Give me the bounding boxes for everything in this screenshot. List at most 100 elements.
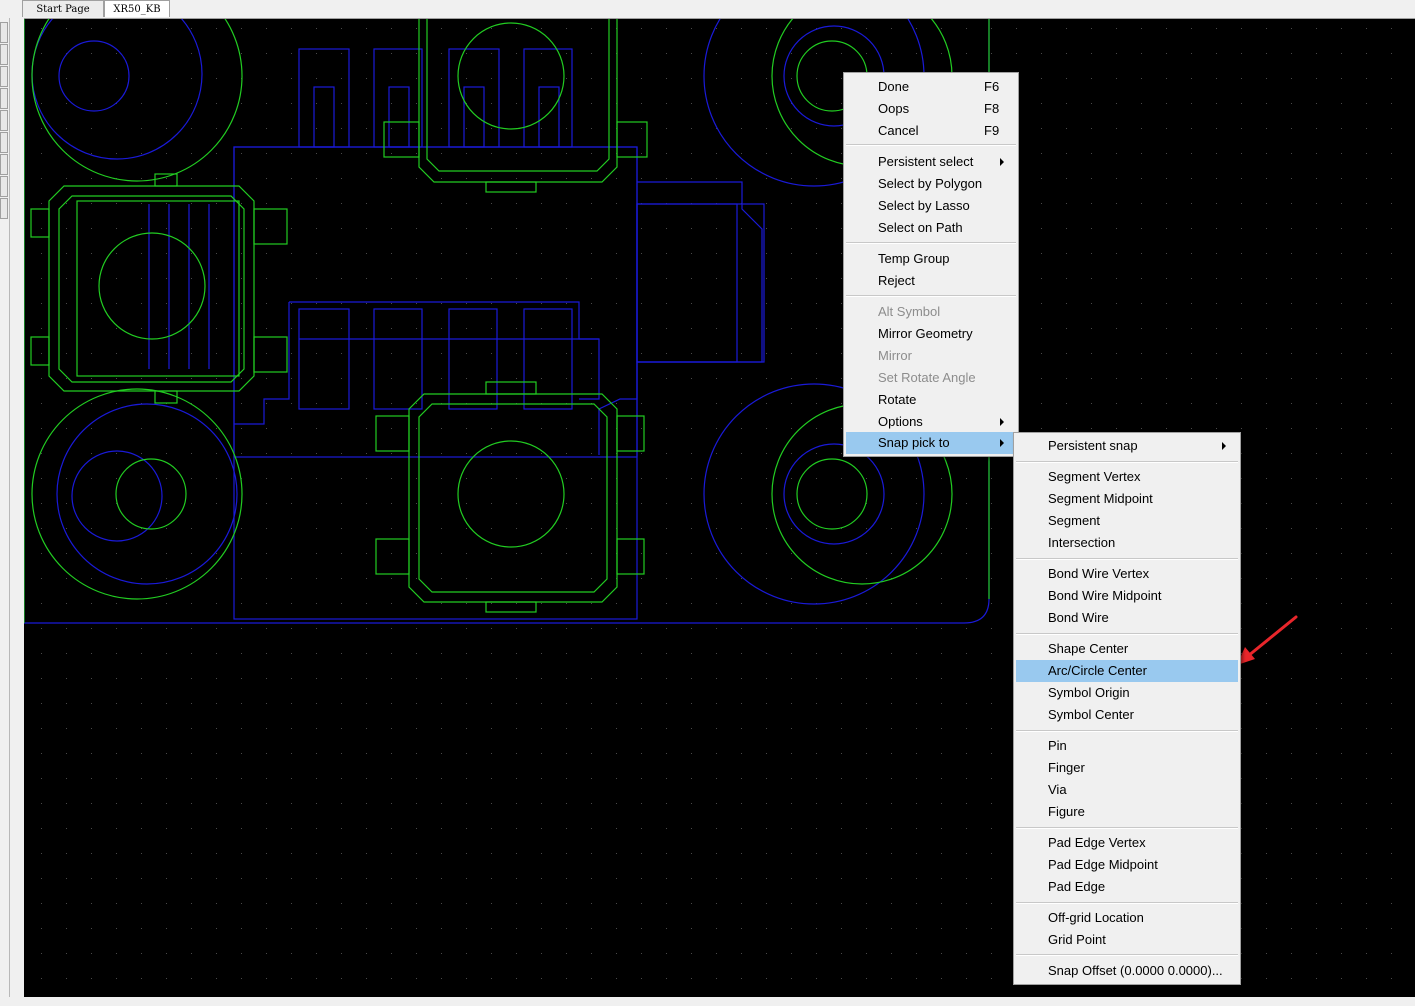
snap-item-pad-edge-midpoint[interactable]: Pad Edge Midpoint bbox=[1016, 854, 1238, 876]
menu-item-label: Temp Group bbox=[878, 251, 950, 266]
menu-item-persistent-select[interactable]: Persistent select bbox=[846, 151, 1016, 173]
menu-item-done[interactable]: Done F6 bbox=[846, 76, 1016, 98]
menu-separator bbox=[1016, 730, 1238, 732]
menu-item-label: Mirror Geometry bbox=[878, 326, 973, 341]
tab-xr50-kb[interactable]: XR50_KB bbox=[104, 0, 170, 17]
menu-item-label: Oops bbox=[878, 101, 910, 116]
menu-item-label: Mirror bbox=[878, 348, 912, 363]
bottom-status-strip bbox=[0, 997, 1415, 1006]
menu-item-label: Snap Offset (0.0000 0.0000)... bbox=[1048, 963, 1223, 978]
snap-item-pin[interactable]: Pin bbox=[1016, 735, 1238, 757]
menu-item-temp-group[interactable]: Temp Group bbox=[846, 248, 1016, 270]
menu-separator bbox=[1016, 461, 1238, 463]
menu-separator bbox=[1016, 558, 1238, 560]
snap-item-figure[interactable]: Figure bbox=[1016, 801, 1238, 823]
menu-item-label: Arc/Circle Center bbox=[1048, 663, 1147, 678]
toolbar-button[interactable] bbox=[0, 198, 8, 219]
submenu-arrow-icon bbox=[1000, 418, 1004, 426]
menu-separator bbox=[1016, 633, 1238, 635]
menu-item-shortcut: F8 bbox=[984, 101, 1000, 116]
snap-item-arc-circle-center[interactable]: Arc/Circle Center bbox=[1016, 660, 1238, 682]
menu-item-label: Finger bbox=[1048, 760, 1085, 775]
snap-item-off-grid-location[interactable]: Off-grid Location bbox=[1016, 907, 1238, 929]
menu-item-label: Segment Midpoint bbox=[1048, 491, 1153, 506]
menu-item-snap-pick-to[interactable]: Snap pick to bbox=[846, 432, 1016, 454]
snap-item-bond-wire[interactable]: Bond Wire bbox=[1016, 607, 1238, 629]
snap-item-snap-offset-0-0000-0-0000[interactable]: Snap Offset (0.0000 0.0000)... bbox=[1016, 960, 1238, 982]
menu-item-label: Rotate bbox=[878, 392, 917, 407]
menu-item-label: Alt Symbol bbox=[878, 304, 941, 319]
snap-item-symbol-center[interactable]: Symbol Center bbox=[1016, 704, 1238, 726]
menu-separator bbox=[846, 242, 1016, 244]
snap-item-shape-center[interactable]: Shape Center bbox=[1016, 638, 1238, 660]
menu-item-shortcut: F6 bbox=[984, 79, 1000, 94]
document-tab-bar: Start Page XR50_KB bbox=[0, 0, 1415, 19]
snap-item-bond-wire-midpoint[interactable]: Bond Wire Midpoint bbox=[1016, 585, 1238, 607]
snap-item-symbol-origin[interactable]: Symbol Origin bbox=[1016, 682, 1238, 704]
snap-item-segment[interactable]: Segment bbox=[1016, 510, 1238, 532]
menu-item-mirror-geometry[interactable]: Mirror Geometry bbox=[846, 323, 1016, 345]
menu-item-label: Persistent snap bbox=[1048, 438, 1138, 453]
menu-item-label: Segment Vertex bbox=[1048, 469, 1141, 484]
menu-item-label: Bond Wire Vertex bbox=[1048, 566, 1150, 581]
submenu-arrow-icon bbox=[1000, 439, 1004, 447]
menu-item-options[interactable]: Options bbox=[846, 411, 1016, 433]
toolbar-button[interactable] bbox=[0, 176, 8, 197]
snap-pick-to-submenu: Persistent snap Segment Vertex Segment Mid… bbox=[1013, 432, 1241, 985]
menu-item-label: Reject bbox=[878, 273, 915, 288]
menu-item-label: Pin bbox=[1048, 738, 1067, 753]
menu-item-label: Pad Edge bbox=[1048, 879, 1106, 894]
menu-item-label: Figure bbox=[1048, 804, 1085, 819]
snap-item-pad-edge-vertex[interactable]: Pad Edge Vertex bbox=[1016, 832, 1238, 854]
menu-item-label: Bond Wire bbox=[1048, 610, 1109, 625]
toolbar-button[interactable] bbox=[0, 110, 8, 131]
menu-item-label: Snap pick to bbox=[878, 435, 950, 450]
menu-item-set-rotate-angle: Set Rotate Angle bbox=[846, 367, 1016, 389]
menu-item-select-on-path[interactable]: Select on Path bbox=[846, 217, 1016, 239]
snap-item-intersection[interactable]: Intersection bbox=[1016, 532, 1238, 554]
menu-item-label: Select by Polygon bbox=[878, 176, 983, 191]
snap-item-segment-vertex[interactable]: Segment Vertex bbox=[1016, 466, 1238, 488]
toolbar-button[interactable] bbox=[0, 66, 8, 87]
snap-item-finger[interactable]: Finger bbox=[1016, 757, 1238, 779]
menu-item-label: Done bbox=[878, 79, 910, 94]
menu-item-label: Pad Edge Midpoint bbox=[1048, 857, 1158, 872]
menu-item-label: Pad Edge Vertex bbox=[1048, 835, 1146, 850]
toolbar-button[interactable] bbox=[0, 44, 8, 65]
menu-separator bbox=[846, 295, 1016, 297]
menu-item-oops[interactable]: Oops F8 bbox=[846, 98, 1016, 120]
snap-item-segment-midpoint[interactable]: Segment Midpoint bbox=[1016, 488, 1238, 510]
snap-item-persistent-snap[interactable]: Persistent snap bbox=[1016, 435, 1238, 457]
snap-item-pad-edge[interactable]: Pad Edge bbox=[1016, 876, 1238, 898]
context-menu: Done F6 Oops F8 Cancel F9 Persistent select Sel… bbox=[843, 72, 1019, 457]
menu-item-label: Select by Lasso bbox=[878, 198, 970, 213]
tab-start-page[interactable]: Start Page bbox=[22, 0, 104, 17]
snap-item-bond-wire-vertex[interactable]: Bond Wire Vertex bbox=[1016, 563, 1238, 585]
menu-item-rotate[interactable]: Rotate bbox=[846, 389, 1016, 411]
snap-item-grid-point[interactable]: Grid Point bbox=[1016, 929, 1238, 951]
menu-item-label: Symbol Center bbox=[1048, 707, 1134, 722]
menu-item-label: Persistent select bbox=[878, 154, 974, 169]
menu-item-shortcut: F9 bbox=[984, 123, 1000, 138]
panel-divider bbox=[9, 18, 10, 1006]
toolbar-button[interactable] bbox=[0, 22, 8, 43]
toolbar-button[interactable] bbox=[0, 88, 8, 109]
toolbar-button[interactable] bbox=[0, 132, 8, 153]
menu-item-label: Intersection bbox=[1048, 535, 1116, 550]
submenu-arrow-icon bbox=[1222, 442, 1226, 450]
menu-item-label: Cancel bbox=[878, 123, 919, 138]
menu-item-label: Bond Wire Midpoint bbox=[1048, 588, 1162, 603]
menu-separator bbox=[1016, 827, 1238, 829]
snap-item-via[interactable]: Via bbox=[1016, 779, 1238, 801]
menu-item-label: Grid Point bbox=[1048, 932, 1106, 947]
menu-item-alt-symbol: Alt Symbol bbox=[846, 301, 1016, 323]
menu-item-cancel[interactable]: Cancel F9 bbox=[846, 120, 1016, 142]
menu-separator bbox=[846, 144, 1016, 146]
toolbar-button[interactable] bbox=[0, 154, 8, 175]
menu-item-label: Options bbox=[878, 414, 923, 429]
menu-item-label: Shape Center bbox=[1048, 641, 1129, 656]
menu-item-label: Off-grid Location bbox=[1048, 910, 1144, 925]
menu-item-reject[interactable]: Reject bbox=[846, 270, 1016, 292]
menu-item-select-by-lasso[interactable]: Select by Lasso bbox=[846, 195, 1016, 217]
menu-item-select-by-polygon[interactable]: Select by Polygon bbox=[846, 173, 1016, 195]
